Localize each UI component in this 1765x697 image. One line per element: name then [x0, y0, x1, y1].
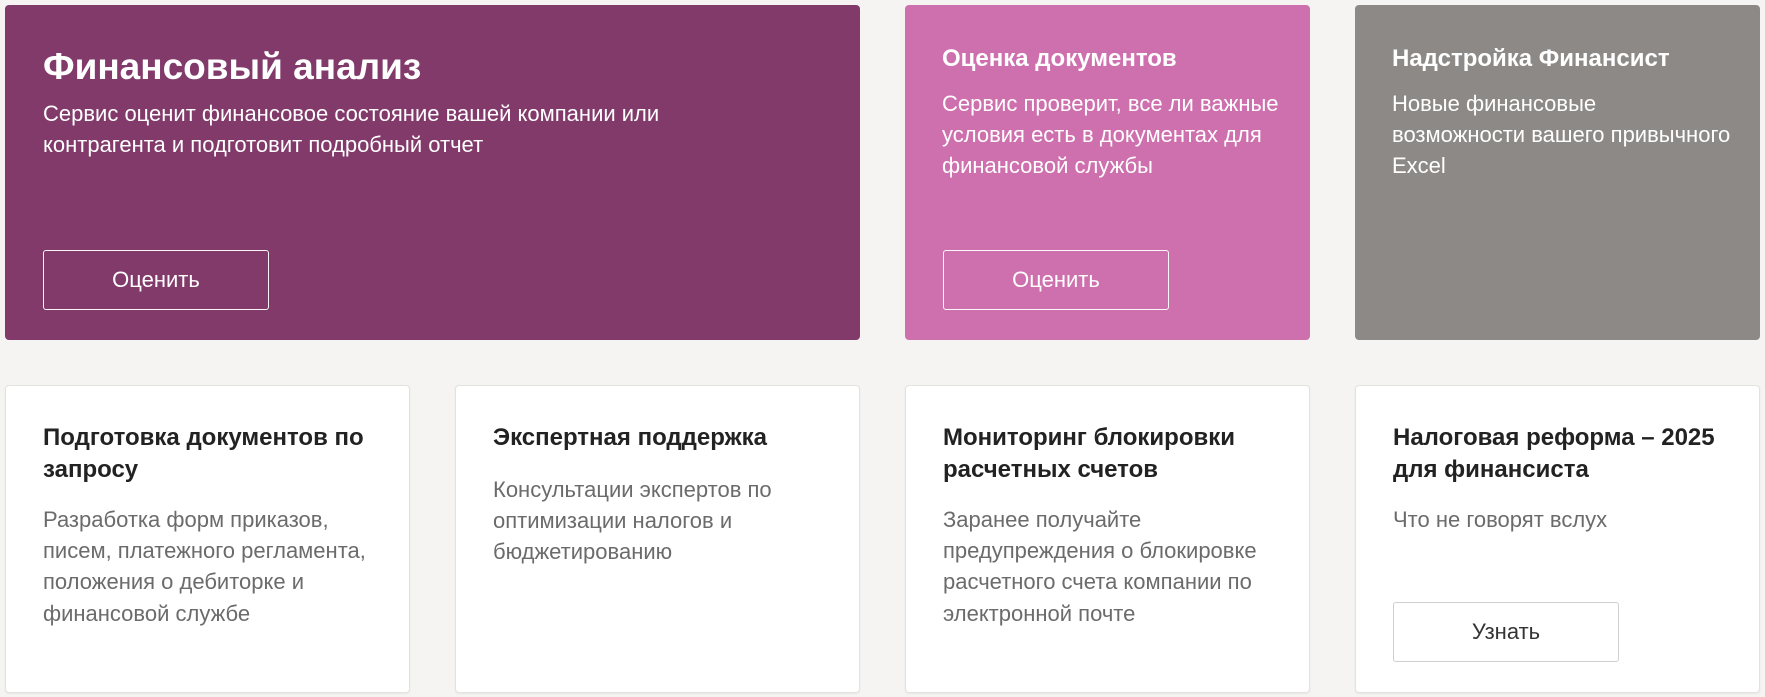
- card-description: Консультации экспертов по оптимизации на…: [493, 477, 772, 565]
- tax-reform-card[interactable]: Налоговая реформа – 2025 для финансиста …: [1355, 385, 1760, 693]
- excel-addon-card[interactable]: Надстройка Финансист Новые финансовые во…: [1355, 5, 1760, 340]
- card-title: Финансовый анализ: [43, 46, 422, 87]
- card-title: Надстройка Финансист: [1392, 45, 1670, 72]
- evaluate-button[interactable]: Оценить: [943, 250, 1169, 310]
- account-block-monitoring-card[interactable]: Мониторинг блокировки расчетных счетов З…: [905, 385, 1310, 693]
- evaluate-button[interactable]: Оценить: [43, 250, 269, 310]
- card-title: Оценка документов: [942, 45, 1177, 72]
- card-description: Сервис проверит, все ли важные условия е…: [942, 91, 1279, 179]
- expert-support-card[interactable]: Экспертная поддержка Консультации экспер…: [455, 385, 860, 693]
- card-description: Сервис оценит финансовое состояние вашей…: [43, 101, 660, 158]
- documents-on-request-card[interactable]: Подготовка документов по запросу Разрабо…: [5, 385, 410, 693]
- card-title: Подготовка документов по запросу: [43, 424, 364, 484]
- card-description: Заранее получайте предупреждения о блоки…: [943, 507, 1257, 626]
- learn-more-button[interactable]: Узнать: [1393, 602, 1619, 662]
- services-grid: Финансовый анализ Сервис оценит финансов…: [0, 0, 1765, 697]
- document-review-card[interactable]: Оценка документов Сервис проверит, все л…: [905, 5, 1310, 340]
- card-title: Экспертная поддержка: [493, 424, 767, 451]
- card-description: Что не говорят вслух: [1393, 507, 1608, 532]
- card-description: Новые финансовые возможности вашего прив…: [1392, 91, 1731, 179]
- card-description: Разработка форм приказов, писем, платежн…: [43, 507, 366, 626]
- card-title: Мониторинг блокировки расчетных счетов: [943, 424, 1235, 484]
- financial-analysis-card[interactable]: Финансовый анализ Сервис оценит финансов…: [5, 5, 860, 340]
- card-title: Налоговая реформа – 2025 для финансиста: [1393, 424, 1715, 484]
